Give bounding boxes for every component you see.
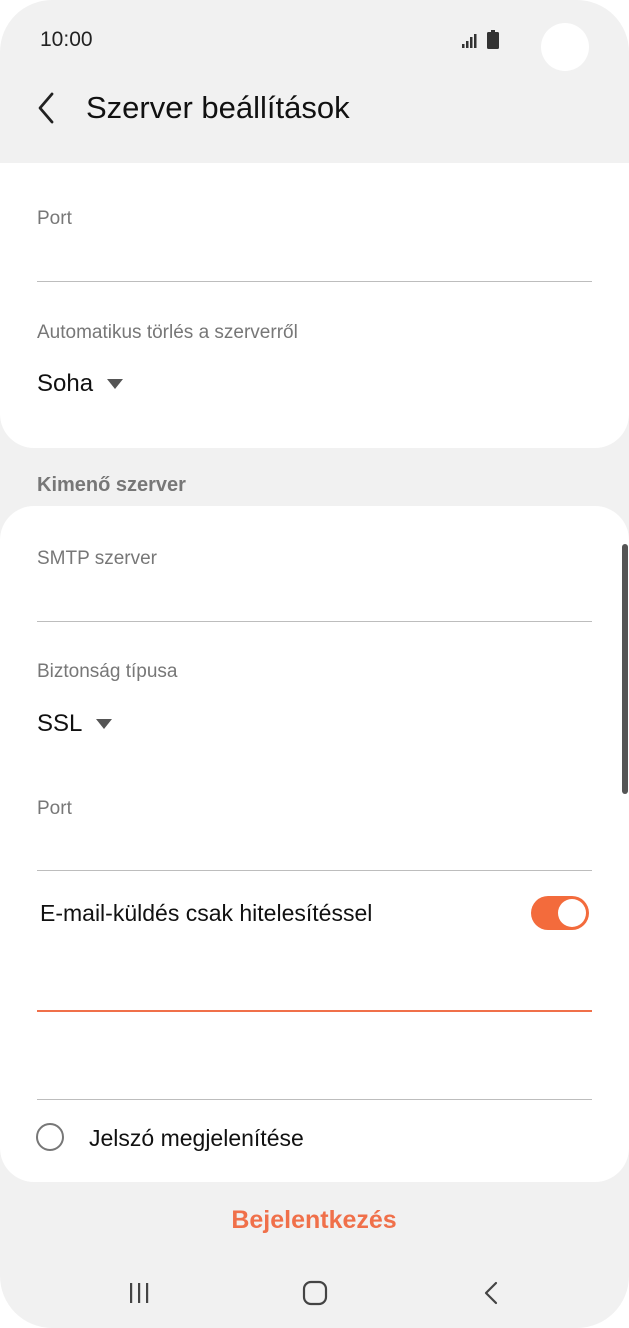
home-icon[interactable]	[295, 1276, 335, 1310]
auto-delete-value: Soha	[37, 370, 94, 397]
security-type-dropdown[interactable]: SSL	[37, 710, 113, 738]
back-arrow-icon[interactable]	[30, 88, 66, 128]
dropdown-arrow-icon	[96, 719, 113, 729]
dropdown-arrow-icon	[107, 379, 124, 389]
recent-apps-icon[interactable]	[120, 1276, 160, 1310]
show-password-checkbox[interactable]	[36, 1123, 64, 1151]
incoming-port-label: Port	[37, 208, 72, 229]
incoming-port-input[interactable]	[37, 245, 592, 282]
auth-toggle-switch[interactable]	[531, 896, 589, 930]
battery-icon	[487, 30, 499, 49]
incoming-server-card	[0, 163, 629, 448]
nav-back-icon[interactable]	[472, 1276, 512, 1310]
auth-toggle-row: E-mail-küldés csak hitelesítéssel	[0, 888, 629, 940]
security-type-label: Biztonság típusa	[37, 661, 178, 682]
outgoing-server-header: Kimenő szerver	[37, 474, 186, 496]
show-password-row[interactable]: Jelszó megjelenítése	[0, 1120, 629, 1160]
login-button[interactable]: Bejelentkezés	[214, 1200, 414, 1240]
auto-delete-dropdown[interactable]: Soha	[37, 370, 124, 398]
scrollbar[interactable]	[622, 544, 628, 794]
page-title: Szerver beállítások	[86, 90, 350, 125]
toggle-knob	[558, 899, 586, 927]
password-input[interactable]	[37, 1063, 592, 1100]
username-input[interactable]	[37, 974, 592, 1012]
phone-screen: 10:00 Szerver beállítások Port Automatik…	[0, 0, 629, 1328]
signal-icon	[462, 34, 477, 48]
smtp-server-label: SMTP szerver	[37, 548, 158, 569]
smtp-server-input[interactable]	[37, 585, 592, 622]
show-password-label: Jelszó megjelenítése	[89, 1125, 304, 1151]
outgoing-port-label: Port	[37, 798, 72, 819]
security-type-value: SSL	[37, 710, 83, 737]
outgoing-port-input[interactable]	[37, 834, 592, 871]
app-bar: Szerver beállítások	[0, 80, 629, 160]
auth-toggle-label: E-mail-küldés csak hitelesítéssel	[40, 900, 373, 926]
navigation-bar	[0, 1262, 629, 1322]
status-time: 10:00	[40, 28, 93, 51]
status-bar: 10:00	[0, 0, 629, 80]
camera-cutout	[541, 23, 589, 71]
auto-delete-label: Automatikus törlés a szerverről	[37, 322, 298, 343]
